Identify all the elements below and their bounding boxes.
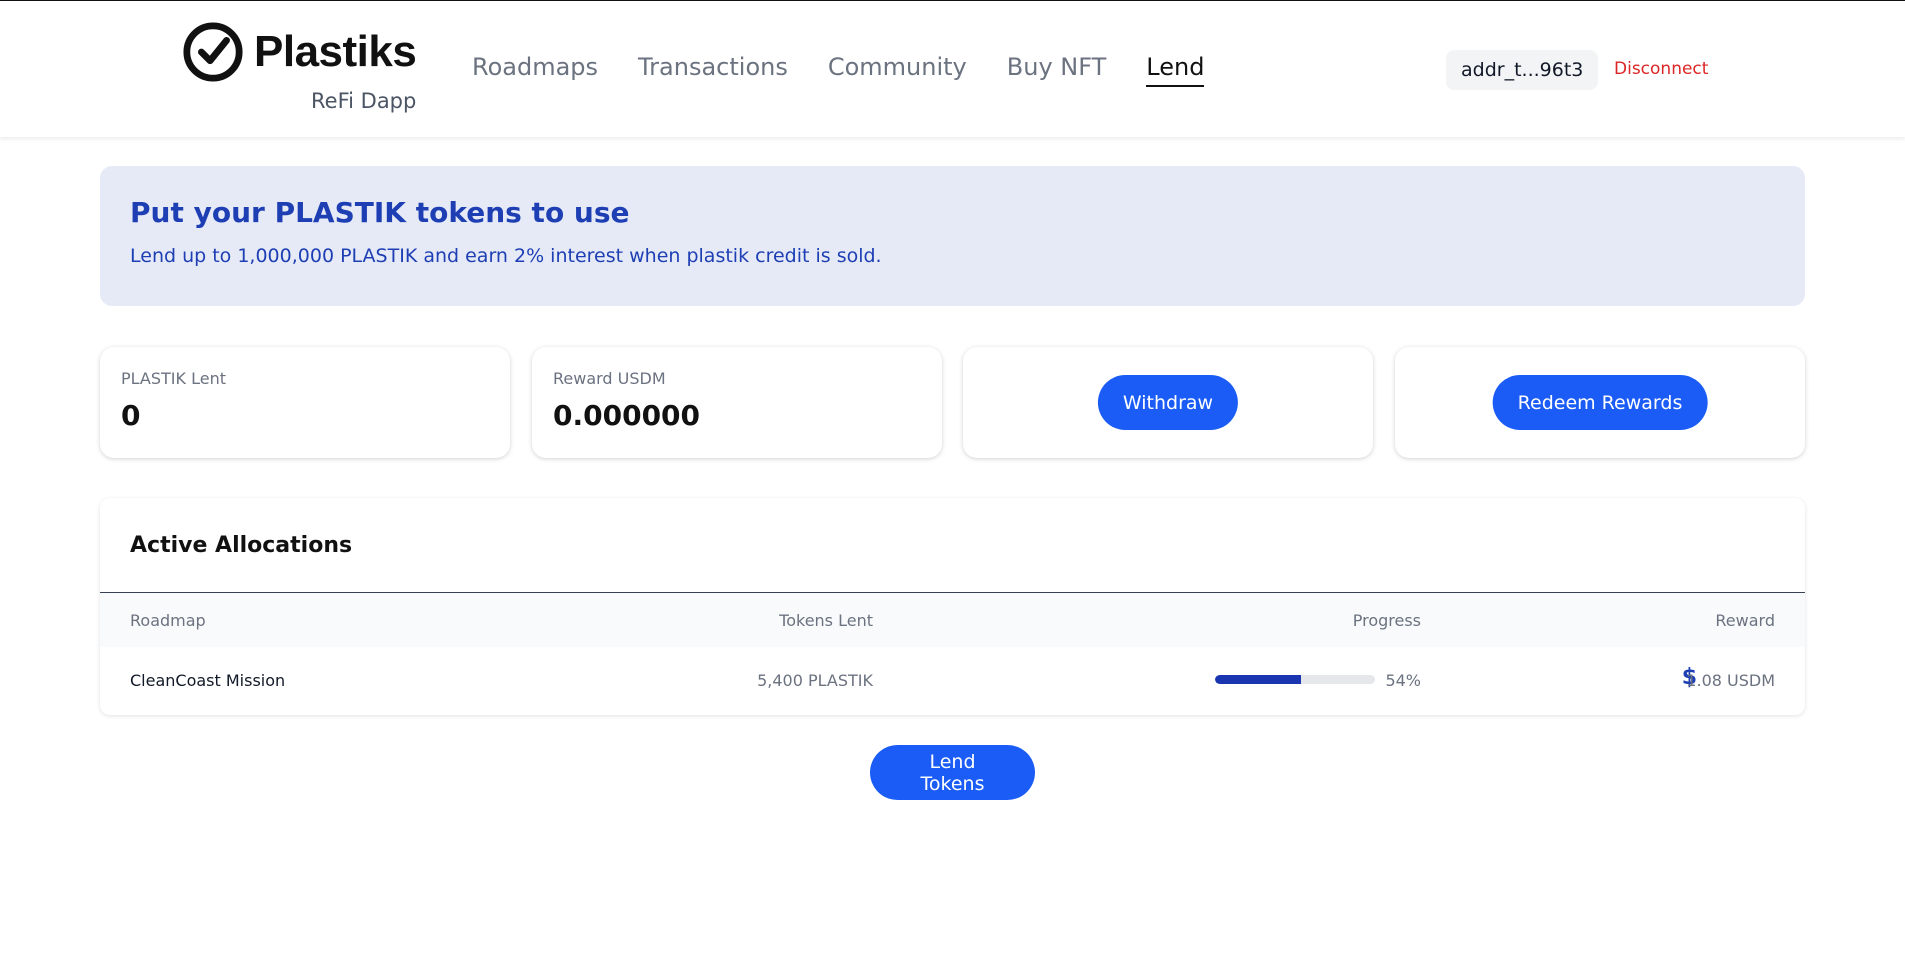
column-roadmap: Roadmap	[130, 611, 206, 630]
reward-usdm-label: Reward USDM	[553, 369, 666, 388]
plastik-lent-card: PLASTIK Lent 0	[100, 347, 510, 458]
plastik-lent-value: 0	[121, 399, 141, 432]
banner-title: Put your PLASTIK tokens to use	[130, 196, 630, 229]
disconnect-link[interactable]: Disconnect	[1614, 59, 1708, 79]
reward-usdm-card: Reward USDM 0.000000	[532, 347, 942, 458]
main-menu: Roadmaps Transactions Community Buy NFT …	[472, 53, 1244, 87]
plastiks-logo-icon	[183, 22, 243, 82]
brand-subtitle: ReFi Dapp	[311, 89, 417, 113]
plastik-lent-label: PLASTIK Lent	[121, 369, 226, 388]
lend-tokens-button[interactable]: Lend Tokens	[870, 745, 1035, 800]
progress-bar	[1215, 675, 1375, 684]
withdraw-card: Withdraw	[963, 347, 1373, 458]
table-row[interactable]: CleanCoast Mission 5,400 PLASTIK 54% $ 1…	[100, 647, 1805, 715]
withdraw-button[interactable]: Withdraw	[1097, 375, 1239, 430]
wallet-address-chip[interactable]: addr_t...96t3	[1446, 50, 1599, 90]
column-reward: Reward	[1715, 611, 1775, 630]
column-tokens-lent: Tokens Lent	[779, 611, 873, 630]
brand-logo[interactable]: Plastiks ReFi Dapp	[182, 21, 417, 113]
redeem-rewards-button[interactable]: Redeem Rewards	[1492, 375, 1708, 430]
table-header: Roadmap Tokens Lent Progress Reward	[100, 593, 1805, 647]
reward-usdm-value: 0.000000	[553, 399, 701, 432]
banner-text: Lend up to 1,000,000 PLASTIK and earn 2%…	[130, 245, 882, 267]
nav-community[interactable]: Community	[828, 53, 967, 87]
nav-transactions[interactable]: Transactions	[638, 53, 788, 87]
active-allocations-panel: Active Allocations Roadmap Tokens Lent P…	[100, 498, 1805, 715]
top-navigation-bar: Plastiks ReFi Dapp Roadmaps Transactions…	[0, 1, 1905, 137]
row-progress-percent: 54%	[1385, 671, 1421, 690]
nav-buy-nft[interactable]: Buy NFT	[1007, 53, 1107, 87]
column-progress: Progress	[1352, 611, 1421, 630]
nav-roadmaps[interactable]: Roadmaps	[472, 53, 598, 87]
nav-lend[interactable]: Lend	[1146, 53, 1205, 87]
row-reward-value: 1.08 USDM	[1686, 671, 1775, 690]
row-roadmap-name: CleanCoast Mission	[130, 671, 286, 690]
allocations-title: Active Allocations	[130, 533, 353, 558]
row-tokens-lent: 5,400 PLASTIK	[757, 671, 873, 690]
brand-name: Plastiks	[254, 27, 417, 76]
redeem-card: Redeem Rewards	[1395, 347, 1805, 458]
info-banner: Put your PLASTIK tokens to use Lend up t…	[100, 166, 1805, 306]
progress-bar-fill	[1215, 675, 1302, 684]
